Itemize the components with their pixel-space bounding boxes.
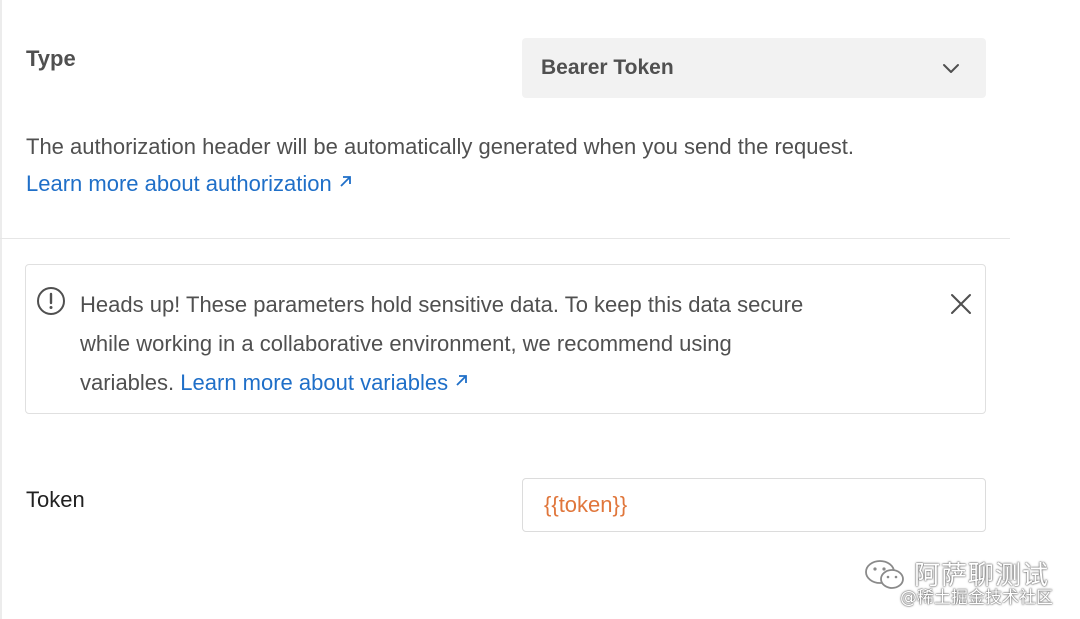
watermark-community: @稀土掘金技术社区 bbox=[900, 588, 1053, 608]
auth-type-label: Type bbox=[26, 46, 76, 71]
panel-left-border bbox=[0, 0, 2, 619]
auth-type-select[interactable]: Bearer Token bbox=[522, 38, 986, 98]
chevron-down-icon bbox=[943, 64, 959, 73]
learn-more-variables-link[interactable]: Learn more about variables bbox=[180, 370, 469, 395]
alert-line-3-prefix: variables. bbox=[80, 370, 175, 395]
close-icon[interactable] bbox=[948, 291, 974, 317]
auth-type-selected-value: Bearer Token bbox=[541, 56, 674, 79]
external-link-arrow-icon bbox=[456, 375, 468, 386]
alert-message: Heads up! These parameters hold sensitiv… bbox=[80, 285, 920, 402]
token-input[interactable] bbox=[522, 478, 986, 532]
learn-more-variables-label: Learn more about variables bbox=[180, 370, 449, 395]
auth-description: The authorization header will be automat… bbox=[26, 134, 854, 159]
section-divider bbox=[0, 238, 1010, 239]
token-label: Token bbox=[26, 487, 85, 512]
learn-more-authorization-link[interactable]: Learn more about authorization bbox=[26, 171, 353, 197]
alert-line-1: Heads up! These parameters hold sensitiv… bbox=[80, 292, 804, 317]
alert-line-2: while working in a collaborative environ… bbox=[80, 331, 732, 356]
learn-more-authorization-label: Learn more about authorization bbox=[26, 171, 332, 196]
sensitive-data-alert: Heads up! These parameters hold sensitiv… bbox=[25, 264, 986, 414]
external-link-arrow-icon bbox=[340, 176, 351, 187]
exclamation-circle-icon bbox=[37, 287, 65, 315]
watermark: 阿萨聊测试 @稀土掘金技术社区 bbox=[864, 553, 1074, 613]
alert-line-3: variables. Learn more about variables bbox=[80, 363, 920, 402]
